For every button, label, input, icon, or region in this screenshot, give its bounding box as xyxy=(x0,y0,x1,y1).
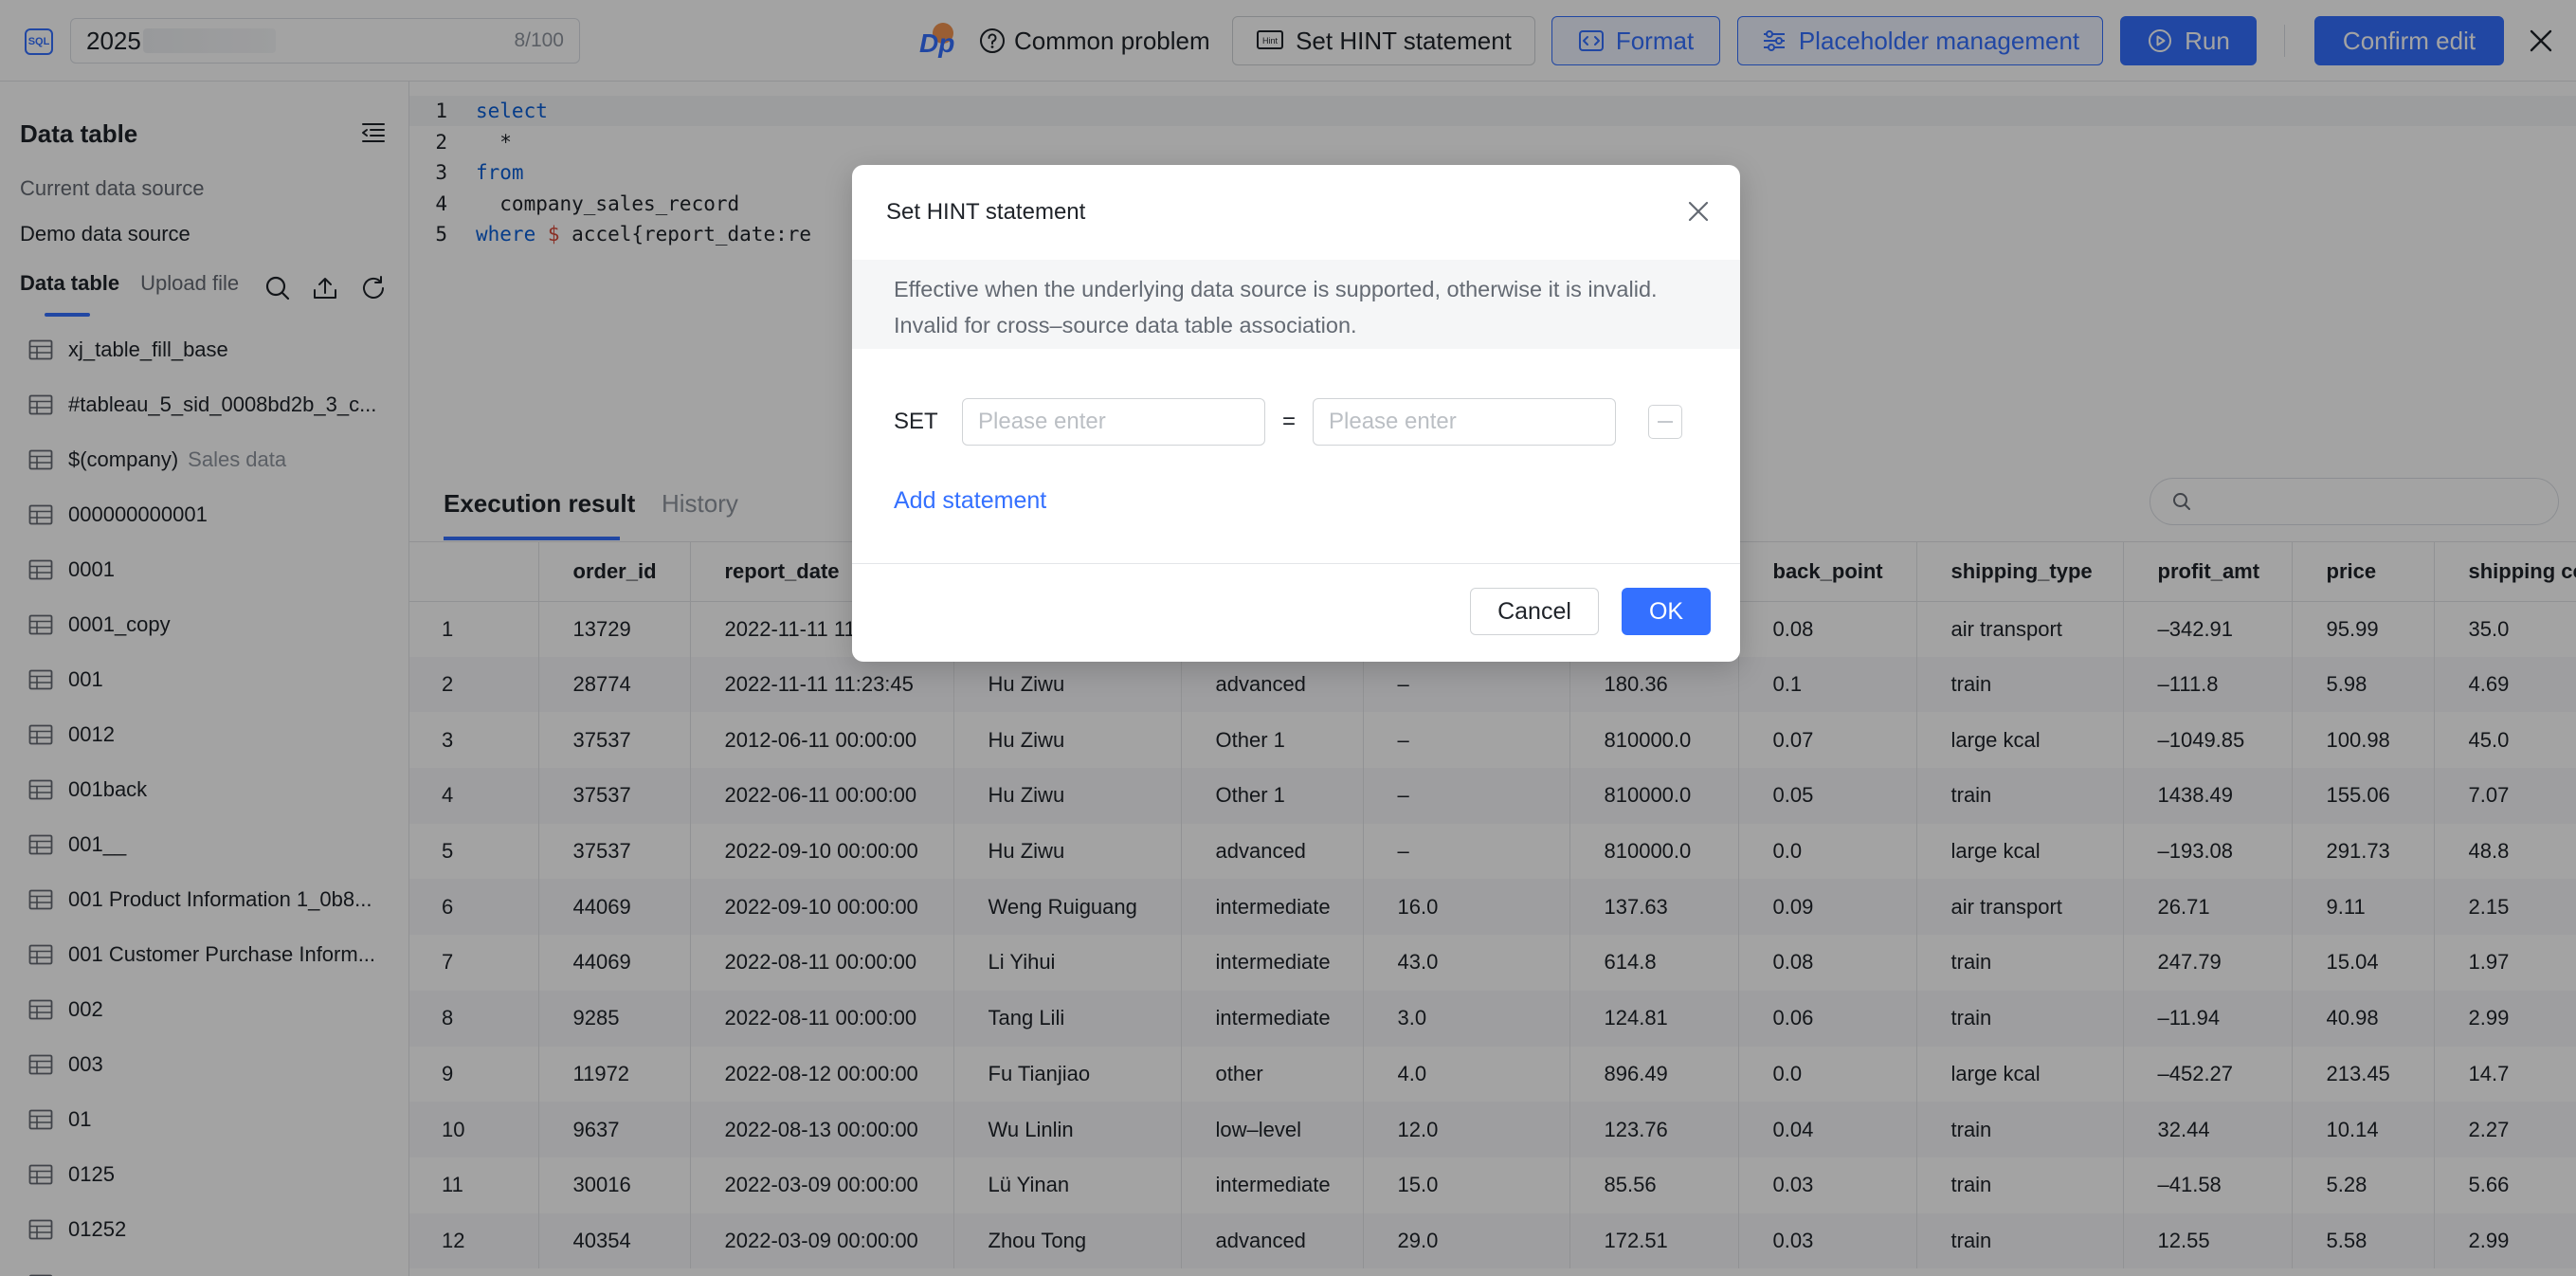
hint-statement-row: SET = xyxy=(894,398,1682,446)
set-hint-dialog: Set HINT statement Effective when the un… xyxy=(852,165,1740,662)
set-label: SET xyxy=(894,409,938,434)
minus-icon xyxy=(1658,421,1673,423)
dialog-title: Set HINT statement xyxy=(886,199,1086,225)
hint-value-input[interactable] xyxy=(1313,398,1616,446)
hint-tip-text: Effective when the underlying data sourc… xyxy=(852,260,1740,349)
ok-button[interactable]: OK xyxy=(1622,588,1711,635)
add-statement-link[interactable]: Add statement xyxy=(894,487,1046,515)
remove-statement-button[interactable] xyxy=(1648,405,1682,439)
equals-sign: = xyxy=(1281,409,1296,434)
close-dialog-icon[interactable] xyxy=(1684,197,1713,226)
cancel-button[interactable]: Cancel xyxy=(1470,588,1599,635)
hint-key-input[interactable] xyxy=(962,398,1265,446)
dialog-footer-divider xyxy=(852,563,1740,564)
